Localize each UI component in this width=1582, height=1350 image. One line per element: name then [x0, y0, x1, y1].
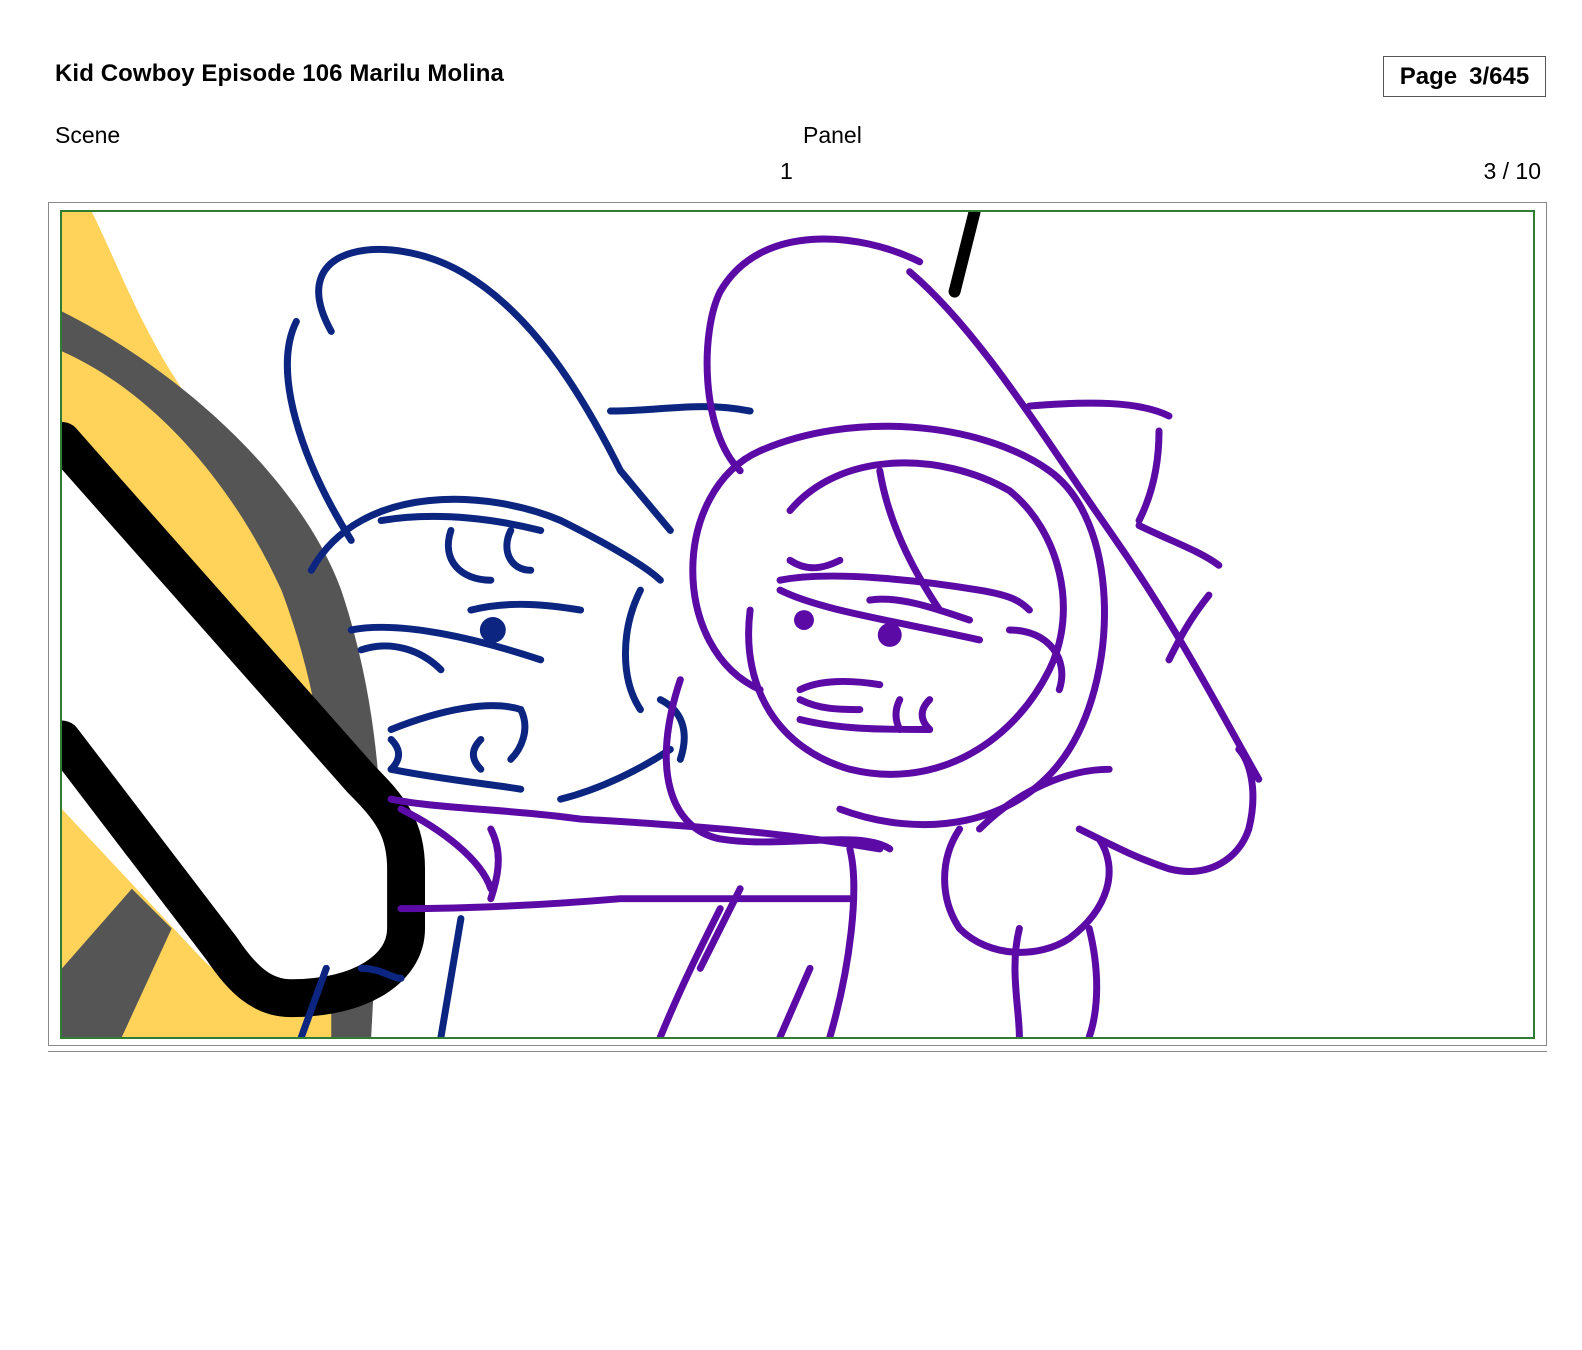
document-title: Kid Cowboy Episode 106 Marilu Molina	[55, 60, 504, 87]
right-character-eye-left	[794, 610, 814, 630]
right-character-eye-right	[877, 623, 902, 647]
scene-number: 1	[780, 158, 793, 184]
page-value: 3/645	[1469, 62, 1530, 90]
bottom-rule	[48, 1051, 1547, 1052]
black-stroke-top	[948, 212, 981, 298]
left-character-eye	[479, 617, 506, 643]
page-indicator: Page 3/645	[1383, 56, 1546, 97]
page-label: Page	[1399, 62, 1458, 90]
panel-label: Panel	[803, 122, 862, 148]
storyboard-sketch	[62, 212, 1263, 1037]
panel-number: 3 / 10	[1483, 158, 1541, 184]
storyboard-panel-image	[60, 210, 1535, 1039]
scene-label: Scene	[55, 122, 121, 148]
